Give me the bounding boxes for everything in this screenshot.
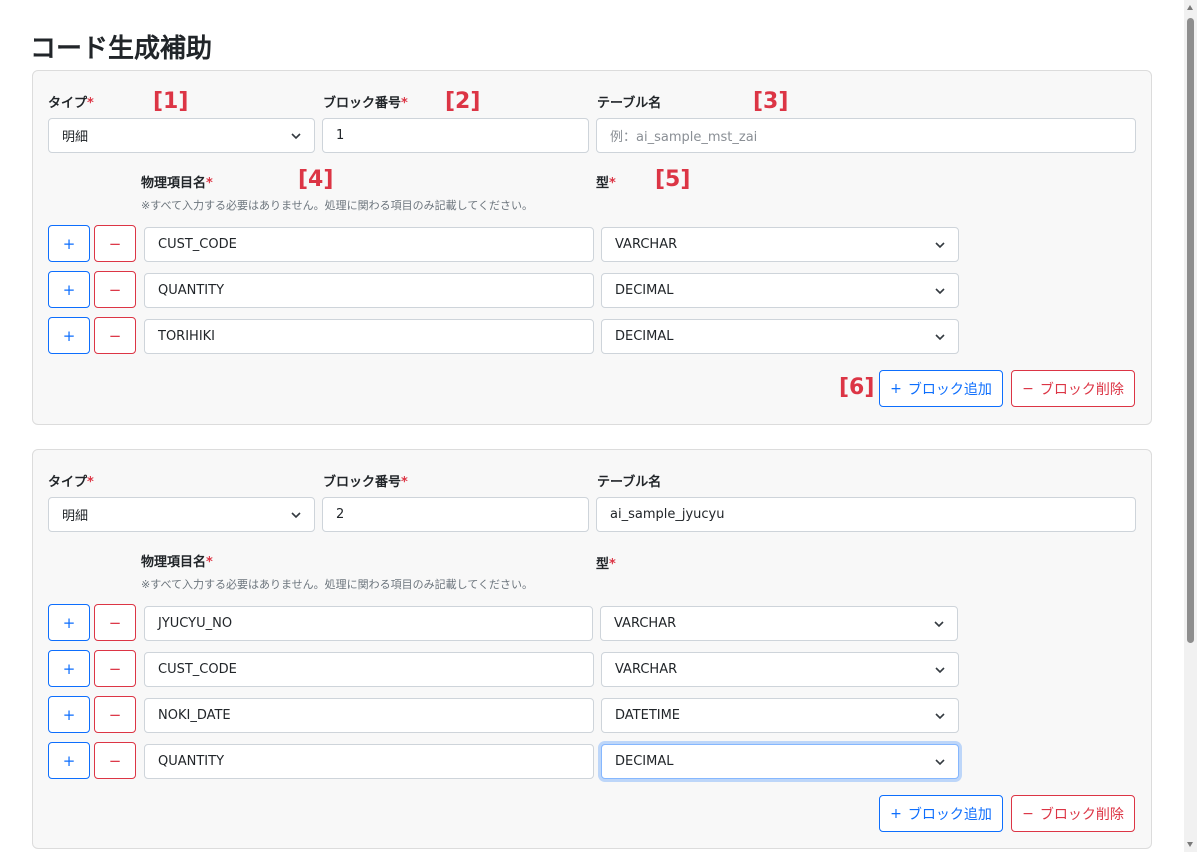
scroll-up-arrow-icon[interactable] (1187, 5, 1193, 10)
type-select-value: 明細 (62, 130, 89, 145)
chevron-down-icon (935, 759, 945, 766)
page-title: コード生成補助 (30, 34, 213, 64)
type-select-value: 明細 (62, 509, 89, 524)
field-name-label: 物理項目名* (141, 176, 213, 191)
chevron-down-icon (291, 133, 301, 140)
code-generation-page: コード生成補助 タイプ* [1] ブロック番号* [2] テーブル名 [3] 明… (0, 0, 1184, 852)
field-name-input[interactable]: TORIHIKI (144, 319, 594, 354)
minus-icon: − (1022, 805, 1034, 822)
chevron-down-icon (935, 334, 945, 341)
field-type-select[interactable]: DECIMAL (601, 744, 959, 779)
delete-block-button[interactable]: − ブロック削除 (1011, 370, 1135, 407)
chevron-down-icon (291, 512, 301, 519)
plus-icon: + (890, 380, 902, 397)
add-row-button[interactable]: + (48, 225, 90, 262)
block-no-label: ブロック番号* (323, 96, 408, 111)
type-label: タイプ* (48, 475, 94, 490)
field-name-input[interactable]: JYUCYU_NO (144, 606, 593, 641)
type-label: タイプ* (48, 96, 94, 111)
table-name-label: テーブル名 (597, 475, 662, 490)
field-note: ※すべて入力する必要はありません。処理に関わる項目のみ記載してください。 (141, 578, 534, 591)
remove-row-button[interactable]: − (94, 742, 136, 779)
add-row-button[interactable]: + (48, 650, 90, 687)
chevron-down-icon (935, 667, 945, 674)
field-name-input[interactable]: CUST_CODE (144, 227, 594, 262)
block-1: タイプ* [1] ブロック番号* [2] テーブル名 [3] 明細 1 例：ai… (32, 70, 1152, 425)
annotation-1: [1] (153, 89, 189, 114)
remove-row-button[interactable]: − (94, 696, 136, 733)
field-type-select[interactable]: VARCHAR (600, 606, 958, 641)
field-type-select[interactable]: DATETIME (601, 698, 959, 733)
annotation-2: [2] (445, 89, 481, 114)
vertical-scrollbar[interactable] (1184, 0, 1197, 852)
plus-icon: + (890, 805, 902, 822)
remove-row-button[interactable]: − (94, 650, 136, 687)
block-no-input[interactable]: 1 (322, 118, 589, 153)
table-name-input[interactable]: ai_sample_jyucyu (596, 497, 1136, 532)
remove-row-button[interactable]: − (94, 604, 136, 641)
remove-row-button[interactable]: − (94, 271, 136, 308)
chevron-down-icon (935, 242, 945, 249)
field-name-label: 物理項目名* (141, 555, 213, 570)
annotation-4: [4] (298, 167, 334, 192)
chevron-down-icon (934, 621, 944, 628)
add-row-button[interactable]: + (48, 742, 90, 779)
remove-row-button[interactable]: − (94, 317, 136, 354)
field-name-input[interactable]: QUANTITY (144, 744, 594, 779)
delete-block-button[interactable]: − ブロック削除 (1011, 795, 1135, 832)
add-block-button[interactable]: + ブロック追加 (879, 795, 1003, 832)
field-type-select[interactable]: DECIMAL (601, 273, 959, 308)
scroll-down-arrow-icon[interactable] (1187, 842, 1193, 847)
annotation-3: [3] (753, 89, 789, 114)
annotation-6: [6] (839, 375, 875, 400)
add-block-button[interactable]: + ブロック追加 (879, 370, 1003, 407)
remove-row-button[interactable]: − (94, 225, 136, 262)
type-select[interactable]: 明細 (48, 118, 315, 153)
chevron-down-icon (935, 288, 945, 295)
field-type-label: 型* (596, 176, 616, 191)
field-name-input[interactable]: NOKI_DATE (144, 698, 594, 733)
field-type-select[interactable]: VARCHAR (601, 652, 959, 687)
field-name-input[interactable]: CUST_CODE (144, 652, 594, 687)
field-type-label: 型* (596, 557, 616, 572)
minus-icon: − (1022, 380, 1034, 397)
add-row-button[interactable]: + (48, 696, 90, 733)
type-select[interactable]: 明細 (48, 497, 315, 532)
field-type-select[interactable]: DECIMAL (601, 319, 959, 354)
add-row-button[interactable]: + (48, 271, 90, 308)
scrollbar-thumb[interactable] (1187, 18, 1194, 643)
field-name-input[interactable]: QUANTITY (144, 273, 594, 308)
field-type-select[interactable]: VARCHAR (601, 227, 959, 262)
block-no-label: ブロック番号* (323, 475, 408, 490)
field-note: ※すべて入力する必要はありません。処理に関わる項目のみ記載してください。 (141, 199, 534, 212)
table-name-label: テーブル名 (597, 96, 662, 111)
annotation-5: [5] (655, 167, 691, 192)
add-row-button[interactable]: + (48, 317, 90, 354)
table-name-input[interactable]: 例：ai_sample_mst_zai (596, 118, 1136, 153)
block-2: タイプ* ブロック番号* テーブル名 明細 2 ai_sample_jyucyu… (32, 449, 1152, 849)
chevron-down-icon (935, 713, 945, 720)
add-row-button[interactable]: + (48, 604, 90, 641)
block-no-input[interactable]: 2 (322, 497, 589, 532)
